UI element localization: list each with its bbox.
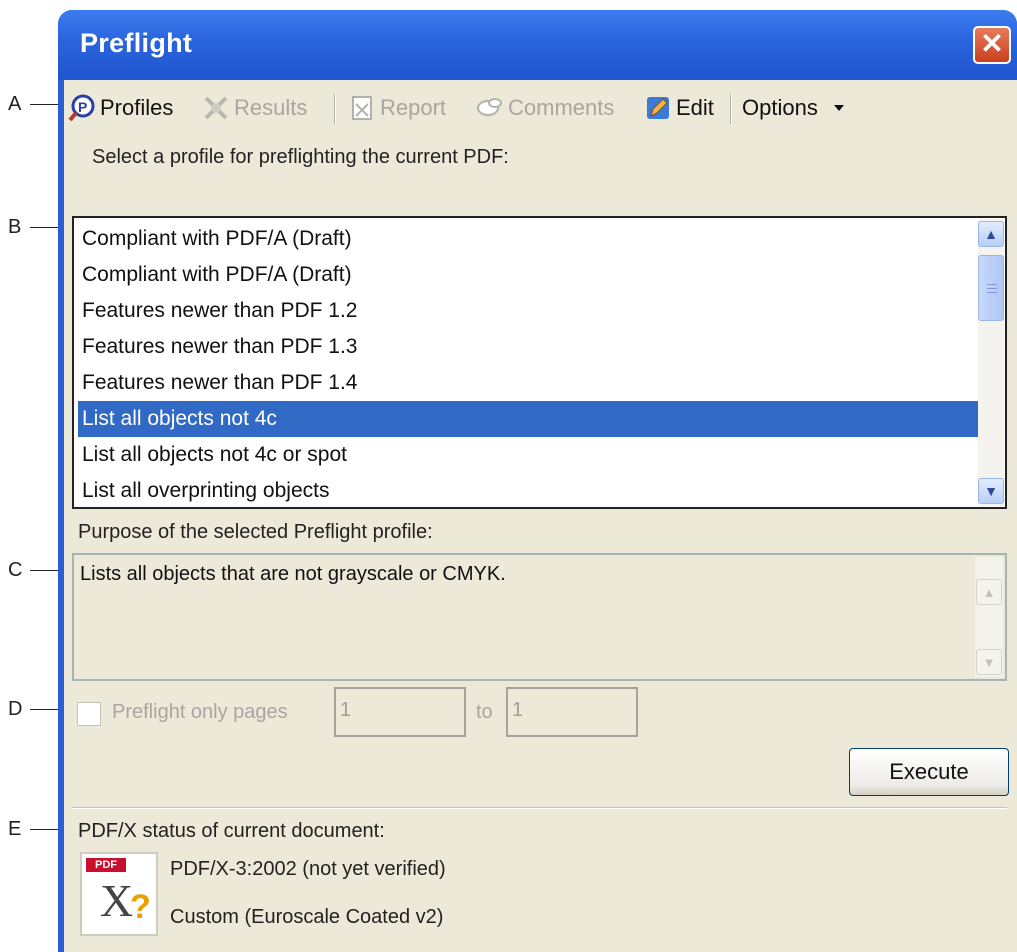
chevron-down-icon: ▼ xyxy=(984,483,998,499)
pdfx-status-value: PDF/X-3:2002 (not yet verified) xyxy=(170,858,446,880)
description-scrollbar: ▲ ▼ xyxy=(975,557,1003,677)
window-title: Preflight xyxy=(80,28,193,58)
execute-button[interactable]: Execute xyxy=(849,748,1009,796)
profile-list-item[interactable]: Features newer than PDF 1.3 xyxy=(78,329,980,365)
profiles-tab-button[interactable]: P Profiles xyxy=(68,90,173,126)
svg-text:P: P xyxy=(78,99,87,115)
purpose-description-box: Lists all objects that are not grayscale… xyxy=(72,553,1007,681)
pdf-tag: PDF xyxy=(86,858,126,872)
thumb-grip xyxy=(987,284,997,285)
toolbar-separator xyxy=(730,94,731,124)
profile-list-item[interactable]: Compliant with PDF/A (Draft) xyxy=(78,257,980,293)
report-label: Report xyxy=(380,95,447,120)
callout-letter: C xyxy=(8,559,23,581)
chevron-down-icon: ▼ xyxy=(982,654,996,670)
edit-pencil-icon xyxy=(644,94,672,122)
callout-letter: A xyxy=(8,93,22,115)
thumb-grip xyxy=(987,288,997,289)
divider xyxy=(72,807,1007,808)
preflight-window: Preflight ✕ P Profiles Results Report Co… xyxy=(58,10,1017,952)
pdfx-status-label: PDF/X status of current document: xyxy=(78,820,385,842)
comments-button[interactable]: Comments xyxy=(476,90,614,126)
scroll-down-button-disabled: ▼ xyxy=(976,649,1002,675)
comments-label: Comments xyxy=(508,95,615,120)
dropdown-caret-icon xyxy=(833,105,844,111)
page-to-field[interactable]: 1 xyxy=(506,687,638,737)
toolbar: P Profiles Results Report Comments Edit … xyxy=(64,86,1017,130)
profile-list-item[interactable]: Compliant with PDF/A (Draft) xyxy=(78,221,980,257)
profile-list-item-selected[interactable]: List all objects not 4c xyxy=(78,401,980,437)
title-bar[interactable]: Preflight ✕ xyxy=(58,10,1017,80)
results-label: Results xyxy=(234,95,308,120)
dialog-client-area: P Profiles Results Report Comments Edit … xyxy=(64,80,1017,952)
pdfx-output-intent: Custom (Euroscale Coated v2) xyxy=(170,906,444,928)
page-to-label: to xyxy=(476,701,493,723)
profile-list-item[interactable]: List all objects not 4c or spot xyxy=(78,437,980,473)
purpose-description-text: Lists all objects that are not grayscale… xyxy=(80,563,506,585)
close-icon: ✕ xyxy=(980,28,1004,59)
purpose-label: Purpose of the selected Preflight profil… xyxy=(78,521,433,543)
question-mark-glyph: ? xyxy=(130,888,151,926)
scroll-up-button[interactable]: ▲ xyxy=(978,221,1004,247)
callout-letter: E xyxy=(8,818,22,840)
callout-letter: D xyxy=(8,698,23,720)
edit-label: Edit xyxy=(676,95,714,120)
profile-list-item[interactable]: Features newer than PDF 1.2 xyxy=(78,293,980,329)
results-icon xyxy=(202,94,230,122)
scroll-thumb[interactable] xyxy=(978,255,1004,321)
chevron-up-icon: ▲ xyxy=(984,226,998,242)
x-glyph: X xyxy=(100,875,134,926)
callout-letter: B xyxy=(8,216,22,238)
comments-icon xyxy=(476,94,504,122)
profiles-icon: P xyxy=(68,94,96,122)
close-button[interactable]: ✕ xyxy=(973,26,1011,64)
toolbar-separator xyxy=(334,94,335,124)
page-from-field[interactable]: 1 xyxy=(334,687,466,737)
profile-list-item[interactable]: List all overprinting objects xyxy=(78,473,980,509)
profiles-label: Profiles xyxy=(100,95,174,120)
profile-prompt: Select a profile for preflighting the cu… xyxy=(92,146,509,168)
report-icon xyxy=(348,94,376,122)
preflight-only-pages-checkbox[interactable] xyxy=(77,702,101,726)
preflight-only-pages-label: Preflight only pages xyxy=(112,701,288,723)
scroll-up-button-disabled: ▲ xyxy=(976,579,1002,605)
profile-list[interactable]: Compliant with PDF/A (Draft) Compliant w… xyxy=(72,216,1007,509)
scroll-down-button[interactable]: ▼ xyxy=(978,478,1004,504)
edit-button[interactable]: Edit xyxy=(644,90,714,126)
report-button[interactable]: Report xyxy=(348,90,446,126)
options-label: Options xyxy=(742,95,818,120)
profile-list-item[interactable]: Features newer than PDF 1.4 xyxy=(78,365,980,401)
thumb-grip xyxy=(987,292,997,293)
options-menu-button[interactable]: Options xyxy=(742,90,844,126)
profile-list-scrollbar[interactable]: ▲ ▼ xyxy=(978,219,1004,506)
pdfx-document-icon: PDF X ? xyxy=(80,852,158,936)
chevron-up-icon: ▲ xyxy=(982,584,996,600)
results-tab-button[interactable]: Results xyxy=(202,90,307,126)
